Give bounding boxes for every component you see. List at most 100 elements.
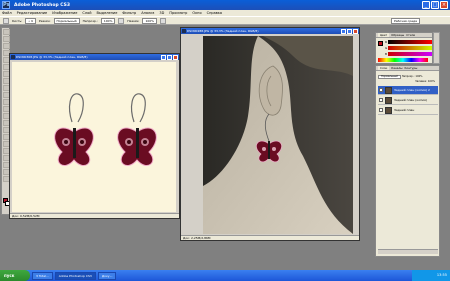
photoshop-window: Ps Adobe Photoshop CS3 _ □ × Файл Редакт…: [0, 0, 450, 270]
taskbar-item[interactable]: Доку...: [97, 271, 117, 280]
tab-swatches[interactable]: Образцы: [391, 33, 404, 37]
close-button[interactable]: ×: [440, 1, 448, 9]
maximize-button[interactable]: □: [431, 1, 439, 9]
close-button[interactable]: [173, 54, 178, 60]
brush-preset-picker[interactable]: • 9: [25, 17, 36, 24]
channel-label-b: B: [385, 52, 388, 56]
menu-layer[interactable]: Слой: [82, 11, 91, 15]
ear-photo-image: [203, 36, 353, 234]
document-icon: [11, 55, 15, 59]
mode-label: Режим:: [38, 18, 51, 23]
brush-label: Кисть:: [12, 18, 23, 23]
minimize-button[interactable]: _: [422, 1, 430, 9]
visibility-eye-icon[interactable]: [379, 88, 383, 92]
butterfly-earring: [54, 127, 94, 166]
menu-file[interactable]: Файл: [2, 11, 12, 15]
start-button[interactable]: пуск: [0, 270, 30, 281]
layer-row[interactable]: Задний план (копия) 2: [378, 86, 438, 95]
menu-view[interactable]: Просмотр: [169, 11, 187, 15]
menu-select[interactable]: Выделение: [97, 11, 118, 15]
layer-thumbnail: [385, 86, 392, 94]
earring-hook: [130, 93, 146, 123]
layer-row[interactable]: Задний план (копия): [378, 96, 438, 105]
minimize-button[interactable]: [341, 28, 346, 34]
maximize-button[interactable]: [167, 54, 172, 60]
color-ramp[interactable]: [378, 58, 428, 62]
mode-select[interactable]: Нормальный: [53, 17, 80, 24]
minimize-button[interactable]: [161, 54, 166, 60]
tab-layers[interactable]: Слои: [378, 66, 390, 70]
document-window-earrings[interactable]: DSCN0308.JPG @ 33,3% (Задний план, RGB/8…: [9, 53, 180, 219]
foreground-swatch[interactable]: [378, 41, 383, 46]
opacity-label: Непрозр.:: [82, 18, 98, 23]
butterfly-earring: [117, 127, 157, 166]
visibility-eye-icon[interactable]: [379, 108, 383, 112]
photoshop-icon: Ps: [2, 1, 10, 9]
layer-fill-label: Заливка:: [415, 80, 427, 83]
layers-panel: Слои Каналы Контуры Нормальный Непрозр.:…: [375, 65, 440, 257]
menu-3d[interactable]: 3D: [159, 11, 164, 15]
menu-help[interactable]: Справка: [207, 11, 222, 15]
layer-name: Задний план (копия) 2: [394, 88, 430, 92]
document-title-bar[interactable]: DSCN0308.JPG @ 33,3% (Задний план, RGB/8…: [10, 54, 179, 60]
flow-input[interactable]: 100%: [142, 17, 158, 24]
layer-thumbnail: [385, 96, 392, 104]
slider-g[interactable]: [388, 46, 432, 50]
canvas-photo[interactable]: [203, 36, 353, 234]
panel-dock: [433, 32, 440, 64]
system-tray: 13:55: [412, 270, 450, 281]
canvas-earrings[interactable]: [12, 62, 176, 212]
taskbar: пуск 3 Total... Adobe Photoshop CS3 Доку…: [0, 270, 450, 281]
opacity-input[interactable]: 100%: [100, 17, 116, 24]
earring-hook: [68, 93, 84, 123]
slider-r[interactable]: [388, 40, 432, 44]
document-title: DSCN0308.JPG @ 33,3% (Задний план, RGB/8…: [16, 55, 88, 59]
slider-b[interactable]: [388, 52, 432, 56]
marquee-tool-icon[interactable]: [2, 36, 10, 42]
move-tool-icon[interactable]: [2, 29, 10, 35]
taskbar-item-photoshop[interactable]: Adobe Photoshop CS3: [54, 271, 96, 280]
options-bar: Кисть: • 9 Режим: Нормальный Непрозр.: 1…: [0, 16, 450, 25]
brush-tool-icon[interactable]: [3, 17, 9, 24]
flow-label: Нажим:: [127, 18, 140, 23]
butterfly-earring: [256, 140, 282, 163]
layer-fill-value[interactable]: 100%: [428, 80, 435, 83]
title-bar: Ps Adobe Photoshop CS3 _ □ ×: [0, 0, 450, 10]
close-button[interactable]: [353, 28, 358, 34]
lasso-tool-icon[interactable]: [2, 43, 10, 49]
layers-footer: [378, 249, 438, 254]
airbrush-icon[interactable]: [118, 17, 125, 24]
document-status: Док: 2,25М/2,86М: [181, 235, 359, 240]
channel-label-g: G: [385, 46, 388, 50]
document-title: DSCN0288.JPG @ 33,3% (Задний план, RGB/8…: [187, 29, 259, 33]
maximize-button[interactable]: [347, 28, 352, 34]
panel-tabs: Слои Каналы Контуры: [376, 66, 439, 71]
tablet-pressure-icon[interactable]: [160, 17, 167, 24]
clock: 13:55: [436, 273, 447, 277]
document-status: Док: 0,52М/0,52М: [10, 213, 179, 218]
menu-window[interactable]: Окно: [192, 11, 201, 15]
tab-styles[interactable]: Стили: [406, 33, 415, 37]
window-title: Adobe Photoshop CS3: [14, 2, 70, 8]
channel-label-r: R: [385, 40, 388, 44]
document-icon: [182, 29, 186, 33]
visibility-eye-icon[interactable]: [379, 98, 383, 102]
layer-name: Задний план: [394, 108, 415, 112]
document-title-bar[interactable]: DSCN0288.JPG @ 33,3% (Задний план, RGB/8…: [181, 28, 359, 34]
menu-image[interactable]: Изображение: [52, 11, 77, 15]
workspace-button[interactable]: Рабочая среда: [390, 17, 420, 24]
document-window-photo[interactable]: DSCN0288.JPG @ 33,3% (Задний план, RGB/8…: [180, 27, 360, 241]
tab-color[interactable]: Цвет: [378, 33, 390, 37]
layer-row[interactable]: Задний план: [378, 106, 438, 115]
layer-opacity-label: Непрозр.:: [401, 75, 415, 78]
tab-channels[interactable]: Каналы: [391, 66, 402, 70]
layer-opacity-value[interactable]: 100%: [415, 75, 422, 78]
layer-thumbnail: [385, 106, 392, 114]
color-panel: Цвет Образцы Стили R G B: [375, 32, 433, 64]
taskbar-item[interactable]: 3 Total...: [32, 271, 53, 280]
menu-filter[interactable]: Фильтр: [122, 11, 136, 15]
menu-analysis[interactable]: Анализ: [141, 11, 154, 15]
tab-paths[interactable]: Контуры: [405, 66, 418, 70]
earrings-image: [54, 93, 157, 166]
menu-edit[interactable]: Редактирование: [17, 11, 48, 15]
